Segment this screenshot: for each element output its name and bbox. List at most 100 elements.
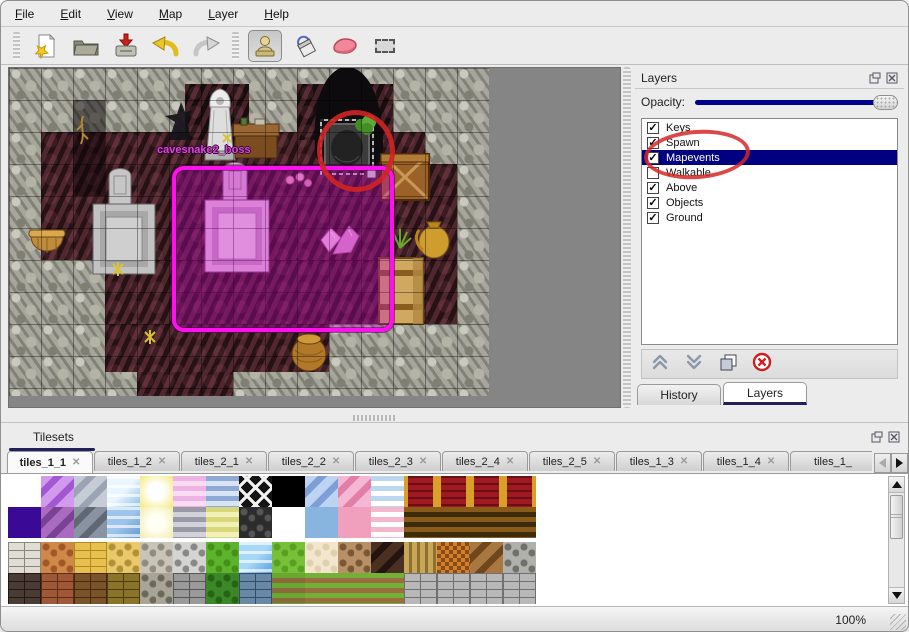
- menu-item-map[interactable]: Map: [159, 7, 182, 21]
- menu-item-layer[interactable]: Layer: [208, 7, 238, 21]
- layer-checkbox-keys[interactable]: ✓: [647, 122, 659, 134]
- tile-yellow-glow[interactable]: [140, 476, 173, 507]
- tile-pink-sheen[interactable]: [338, 476, 371, 507]
- float-panel-button[interactable]: [868, 71, 881, 84]
- tile-yellow-flagstone[interactable]: [107, 542, 140, 573]
- tile-yellow-stripes[interactable]: [206, 507, 239, 538]
- tile-blue-brick[interactable]: [239, 573, 272, 604]
- tileset-tab-tiles_2_5[interactable]: tiles_2_5✕: [529, 451, 615, 471]
- tile-red-carpet-4[interactable]: [503, 476, 536, 507]
- layer-row-above[interactable]: ✓Above: [642, 180, 897, 195]
- tab-history[interactable]: History: [637, 384, 721, 405]
- tile-grass[interactable]: [206, 542, 239, 573]
- move-layer-up-button[interactable]: [650, 353, 670, 376]
- tab-close-icon[interactable]: ✕: [72, 457, 80, 468]
- layer-checkbox-ground[interactable]: ✓: [647, 212, 659, 224]
- map-viewport[interactable]: cavesnake2_boss: [8, 67, 621, 408]
- tile-pale-glow[interactable]: [140, 507, 173, 538]
- toolbar-drag-handle[interactable]: [13, 32, 20, 60]
- tile-purple-sheen-dark[interactable]: [41, 507, 74, 538]
- tile-dark-shingles[interactable]: [371, 542, 404, 573]
- scroll-tabs-left-button[interactable]: [874, 453, 891, 473]
- map-canvas[interactable]: cavesnake2_boss: [9, 68, 489, 396]
- tile-gray-stripes[interactable]: [173, 507, 206, 538]
- tile-blue-solid[interactable]: [305, 507, 338, 538]
- tile-red-carpet-2[interactable]: [437, 476, 470, 507]
- tile-black-lattice[interactable]: [239, 476, 272, 507]
- tile-light-water[interactable]: [107, 476, 140, 507]
- tile-grass-dirt-rows[interactable]: [272, 573, 305, 604]
- tile-dark-sign[interactable]: [239, 507, 272, 538]
- tile-gray-pebbles[interactable]: [140, 542, 173, 573]
- scroll-down-button[interactable]: [889, 587, 904, 603]
- tile-gray-brick[interactable]: [173, 573, 206, 604]
- tile-gray-sheen-dark[interactable]: [74, 507, 107, 538]
- menu-item-view[interactable]: View: [107, 7, 133, 21]
- tile-pink-stripes[interactable]: [173, 476, 206, 507]
- opacity-slider-thumb[interactable]: [873, 95, 898, 110]
- tile-grass-2[interactable]: [272, 542, 305, 573]
- tile-olive-stone-wall[interactable]: [107, 573, 140, 604]
- tileset-tab-tiles_1_1[interactable]: tiles_1_1✕: [7, 451, 93, 473]
- tileset-tab-tiles_2_2[interactable]: tiles_2_2✕: [268, 451, 354, 471]
- tab-close-icon[interactable]: ✕: [332, 456, 340, 467]
- tile-gray-plank-wall-4[interactable]: [503, 573, 536, 604]
- float-tilesets-button[interactable]: [870, 431, 883, 444]
- tileset-tab-tiles_1_4[interactable]: tiles_1_4✕: [703, 451, 789, 471]
- tile-brown-brick[interactable]: [74, 573, 107, 604]
- tile-gray-stones[interactable]: [173, 542, 206, 573]
- open-file-button[interactable]: [69, 30, 103, 62]
- tileset-tab-tiles_2_3[interactable]: tiles_2_3✕: [355, 451, 441, 471]
- tile-brown-carpet-1[interactable]: [404, 507, 437, 538]
- tile-sand[interactable]: [305, 542, 338, 573]
- tileset-tab-tiles_1_2[interactable]: tiles_1_2✕: [94, 451, 180, 471]
- layer-row-objects[interactable]: ✓Objects: [642, 195, 897, 210]
- tile-herringbone-wood[interactable]: [470, 542, 503, 573]
- tile-wicker-weave[interactable]: [437, 542, 470, 573]
- tile-wood-planks[interactable]: [404, 542, 437, 573]
- eraser-tool-button[interactable]: [328, 30, 362, 62]
- redo-button[interactable]: [189, 30, 223, 62]
- save-button[interactable]: [109, 30, 143, 62]
- tile-brown-carpet-2[interactable]: [437, 507, 470, 538]
- tab-close-icon[interactable]: ✕: [506, 456, 514, 467]
- move-layer-down-button[interactable]: [684, 353, 704, 376]
- menu-item-file[interactable]: File: [15, 7, 34, 21]
- tile-gray-stone-wall[interactable]: [140, 573, 173, 604]
- tile-brown-carpet-3[interactable]: [470, 507, 503, 538]
- undo-button[interactable]: [149, 30, 183, 62]
- layer-row-ground[interactable]: ✓Ground: [642, 210, 897, 225]
- tileset-scrollbar[interactable]: [888, 476, 905, 604]
- tab-close-icon[interactable]: ✕: [245, 456, 253, 467]
- tile-dark-brick[interactable]: [8, 573, 41, 604]
- close-tilesets-button[interactable]: [887, 431, 900, 444]
- toolbar-group-handle[interactable]: [232, 32, 239, 60]
- tab-close-icon[interactable]: ✕: [419, 456, 427, 467]
- scroll-tabs-right-button[interactable]: [891, 453, 908, 473]
- close-panel-button[interactable]: [885, 71, 898, 84]
- tab-close-icon[interactable]: ✕: [158, 456, 166, 467]
- tile-black[interactable]: [272, 476, 305, 507]
- tileset-tab-tiles_2_1[interactable]: tiles_2_1✕: [181, 451, 267, 471]
- opacity-slider[interactable]: [695, 94, 898, 110]
- scroll-up-button[interactable]: [889, 477, 904, 493]
- tile-orange-cobble[interactable]: [41, 542, 74, 573]
- tile-grass-rows-1[interactable]: [305, 573, 338, 604]
- fill-tool-button[interactable]: [288, 30, 322, 62]
- menu-item-edit[interactable]: Edit: [60, 7, 81, 21]
- tile-pink-solid[interactable]: [338, 507, 371, 538]
- tileset-tab-tiles_1_[interactable]: tiles_1_: [790, 451, 872, 471]
- tab-close-icon[interactable]: ✕: [680, 456, 688, 467]
- tile-red-brick[interactable]: [41, 573, 74, 604]
- tab-close-icon[interactable]: ✕: [593, 456, 601, 467]
- horizontal-splitter[interactable]: [1, 413, 908, 422]
- splitter-grip[interactable]: [353, 415, 395, 421]
- stamp-tool-button[interactable]: [248, 30, 282, 62]
- vertical-splitter[interactable]: [623, 67, 631, 408]
- tile-gray-plank-wall-3[interactable]: [470, 573, 503, 604]
- layer-checkbox-above[interactable]: ✓: [647, 182, 659, 194]
- delete-layer-button[interactable]: [752, 352, 772, 377]
- resize-grip[interactable]: [890, 614, 906, 630]
- tileset-tab-tiles_2_4[interactable]: tiles_2_4✕: [442, 451, 528, 471]
- tile-water-dark[interactable]: [107, 507, 140, 538]
